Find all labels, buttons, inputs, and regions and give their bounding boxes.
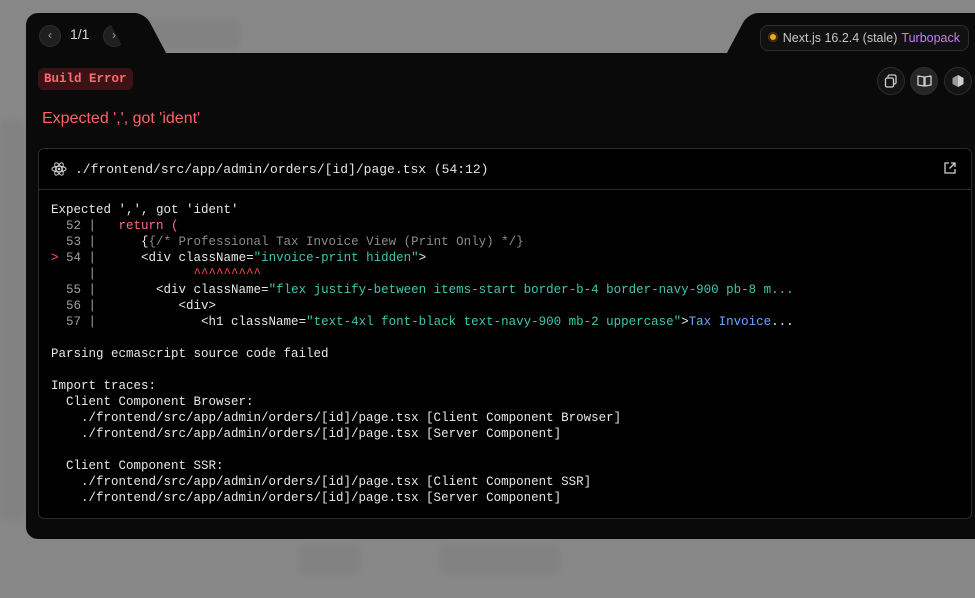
- react-icon: [51, 162, 67, 176]
- parse-failure-message: Parsing ecmascript source code failed: [51, 347, 329, 361]
- open-in-editor-icon[interactable]: [943, 161, 957, 175]
- error-count: 1/1: [70, 26, 90, 42]
- error-title: Expected ',', got 'ident': [42, 110, 201, 127]
- code-line: 53 | {{/* Professional Tax Invoice View …: [51, 235, 524, 249]
- version-label: Next.js 16.2.4 (stale): [782, 31, 898, 45]
- code-line: 57 | <h1 className="text-4xl font-black …: [51, 315, 794, 329]
- docs-book-icon: [916, 75, 932, 87]
- version-tab: Next.js 16.2.4 (stale) Turbopack: [755, 13, 975, 55]
- file-location: ./frontend/src/app/admin/orders/[id]/pag…: [75, 161, 489, 177]
- code-line: Expected ',', got 'ident': [51, 203, 239, 217]
- trace-line: ./frontend/src/app/admin/orders/[id]/pag…: [51, 491, 562, 505]
- copy-icon: [884, 74, 897, 88]
- trace-line: ./frontend/src/app/admin/orders/[id]/pag…: [51, 427, 562, 441]
- import-traces-heading: Import traces:: [51, 379, 157, 393]
- code-output: Expected ',', got 'ident' 52 | return ( …: [39, 190, 971, 506]
- version-indicator[interactable]: Next.js 16.2.4 (stale) Turbopack: [759, 25, 969, 51]
- caret-line: | ^^^^^^^^^: [51, 267, 262, 281]
- nextjs-logo-icon: [952, 75, 964, 87]
- chevron-left-icon: ‹: [48, 28, 52, 42]
- bundler-label: Turbopack: [901, 31, 960, 45]
- stale-status-icon: [767, 32, 778, 42]
- chevron-right-icon: ›: [112, 28, 116, 42]
- trace-group-heading: Client Component Browser:: [51, 395, 254, 409]
- error-pager: ‹ 1/1 ›: [26, 13, 138, 55]
- trace-line: ./frontend/src/app/admin/orders/[id]/pag…: [51, 475, 592, 489]
- error-type-badge: Build Error: [38, 68, 133, 90]
- error-line: > 54 | <div className="invoice-print hid…: [51, 251, 427, 265]
- next-error-button[interactable]: ›: [103, 25, 125, 47]
- prev-error-button[interactable]: ‹: [39, 25, 61, 47]
- code-line: 56 | <div>: [51, 299, 217, 313]
- error-dialog: Build Error Expected ',', got 'ident' ./…: [26, 53, 975, 539]
- docs-button[interactable]: [910, 67, 938, 95]
- trace-line: ./frontend/src/app/admin/orders/[id]/pag…: [51, 411, 622, 425]
- code-line: 55 | <div className="flex justify-betwee…: [51, 283, 794, 297]
- code-frame: ./frontend/src/app/admin/orders/[id]/pag…: [38, 148, 972, 519]
- code-frame-header: ./frontend/src/app/admin/orders/[id]/pag…: [39, 149, 971, 190]
- code-line: 52 | return (: [51, 219, 179, 233]
- trace-group-heading: Client Component SSR:: [51, 459, 224, 473]
- copy-error-button[interactable]: [877, 67, 905, 95]
- nextjs-button[interactable]: [944, 67, 972, 95]
